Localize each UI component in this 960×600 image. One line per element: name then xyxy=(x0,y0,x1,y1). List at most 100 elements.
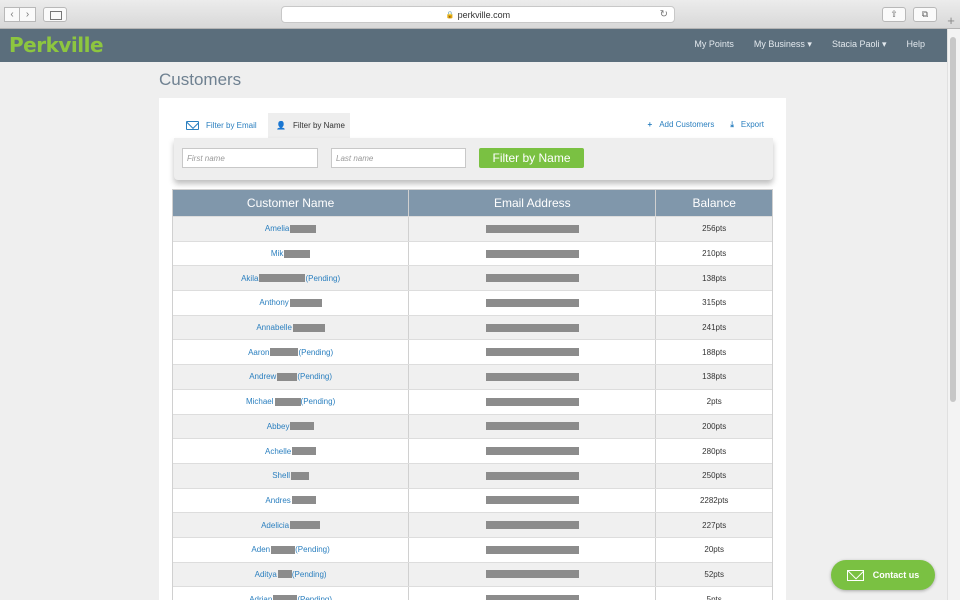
lock-icon: 🔒 xyxy=(445,11,455,19)
customer-first-name[interactable]: Michael xyxy=(246,397,274,406)
column-header-balance[interactable]: Balance xyxy=(656,190,772,216)
customer-name-cell[interactable]: Mik xyxy=(173,241,410,266)
customer-name-cell[interactable]: Amelia xyxy=(173,217,410,241)
download-icon: ⤓ xyxy=(730,120,734,129)
balance-cell: 315pts xyxy=(702,298,727,308)
table-row: Achelle 280pts xyxy=(173,438,772,463)
redacted-last-name xyxy=(289,298,322,307)
redacted-email xyxy=(485,249,579,258)
customer-first-name[interactable]: Mik xyxy=(271,249,283,258)
pending-status: (Pending) xyxy=(300,397,336,407)
customer-first-name[interactable]: Andres xyxy=(265,496,290,505)
customer-name-cell[interactable]: Achelle xyxy=(173,439,410,463)
customer-first-name[interactable]: Abbey xyxy=(267,422,290,431)
redacted-last-name xyxy=(271,545,296,554)
export-button[interactable]: ⤓ Export xyxy=(730,120,764,130)
column-header-email[interactable]: Email Address xyxy=(409,190,657,216)
balance-cell: 256pts xyxy=(702,224,727,234)
customer-first-name[interactable]: Achelle xyxy=(265,447,291,456)
envelope-icon xyxy=(846,569,864,581)
app-header: Perkville My Points My Business ▾ Stacia… xyxy=(0,29,947,62)
balance-cell: 200pts xyxy=(702,421,727,431)
customer-name-cell[interactable]: Adrian (Pending) xyxy=(173,587,410,600)
redacted-email xyxy=(485,348,579,357)
customer-name-cell[interactable]: Annabelle xyxy=(173,315,410,340)
forward-icon[interactable]: › xyxy=(20,7,36,22)
reload-icon[interactable]: ↻ xyxy=(660,9,668,20)
table-row: Abbey 200pts xyxy=(173,413,772,439)
redacted-email xyxy=(485,471,579,480)
redacted-last-name xyxy=(292,447,317,456)
customer-name-cell[interactable]: Shell xyxy=(173,463,410,488)
table-header: Customer Name Email Address Balance xyxy=(173,190,772,216)
scrollbar-thumb[interactable] xyxy=(950,37,956,402)
redacted-last-name xyxy=(270,348,299,357)
table-row: Aaron (Pending) 188pts xyxy=(173,339,772,365)
tab-name-label: Filter by Name xyxy=(292,121,345,130)
url-text: perkville.com xyxy=(457,9,511,20)
customer-name-cell[interactable]: Andrew (Pending) xyxy=(173,365,410,389)
column-header-name[interactable]: Customer Name xyxy=(173,190,410,216)
customer-first-name[interactable]: Anthony xyxy=(259,298,288,307)
balance-cell: 280pts xyxy=(702,446,727,456)
customer-first-name[interactable]: Andrew xyxy=(249,372,276,381)
redacted-email xyxy=(485,545,579,554)
table-row: Adrian (Pending) 5pts xyxy=(173,586,772,600)
address-bar[interactable]: 🔒 perkville.com ↻ xyxy=(281,6,675,23)
nav-user-menu[interactable]: Stacia Paoli ▾ xyxy=(832,39,887,50)
customer-first-name[interactable]: Annabelle xyxy=(256,323,292,332)
filter-by-name-button[interactable]: Filter by Name xyxy=(479,148,584,168)
redacted-last-name xyxy=(290,521,321,530)
customer-name-cell[interactable]: Akila (Pending) xyxy=(173,266,410,291)
add-customers-label: Add Customers xyxy=(659,120,715,129)
contact-us-button[interactable]: Contact us xyxy=(831,560,935,590)
customer-first-name[interactable]: Aaron xyxy=(248,348,269,357)
redacted-email xyxy=(485,298,579,307)
person-icon: 👤 xyxy=(276,121,286,130)
sidebar-toggle-icon[interactable] xyxy=(43,7,67,22)
pending-status: (Pending) xyxy=(305,273,341,283)
customer-first-name[interactable]: Aditya xyxy=(255,570,277,579)
share-icon[interactable]: ⇧ xyxy=(882,7,906,22)
nav-my-points[interactable]: My Points xyxy=(694,39,734,50)
customer-first-name[interactable]: Akila xyxy=(241,274,258,283)
customer-first-name[interactable]: Shell xyxy=(272,471,290,480)
customer-name-cell[interactable]: Abbey xyxy=(173,414,410,439)
redacted-email xyxy=(485,372,579,381)
back-icon[interactable]: ‹ xyxy=(4,7,20,22)
balance-cell: 138pts xyxy=(702,372,727,382)
customer-name-cell[interactable]: Anthony xyxy=(173,291,410,315)
customer-name-cell[interactable]: Adelicia xyxy=(173,513,410,537)
table-row: Amelia 256pts xyxy=(173,216,772,241)
pending-status: (Pending) xyxy=(291,569,327,579)
email-cell xyxy=(409,562,657,587)
customer-first-name[interactable]: Adelicia xyxy=(261,521,289,530)
email-cell xyxy=(409,291,657,315)
customer-name-cell[interactable]: Andres xyxy=(173,488,410,513)
customer-first-name[interactable]: Adrian xyxy=(249,595,272,600)
last-name-input[interactable] xyxy=(331,148,466,168)
nav-my-business[interactable]: My Business ▾ xyxy=(754,39,812,50)
table-row: Andrew (Pending) 138pts xyxy=(173,364,772,389)
customer-first-name[interactable]: Aden xyxy=(251,545,270,554)
customer-first-name[interactable]: Amelia xyxy=(265,224,289,233)
redacted-email xyxy=(485,570,579,579)
email-cell xyxy=(409,414,657,439)
tabs-overview-icon[interactable]: ⧉ xyxy=(913,7,937,22)
customer-name-cell[interactable]: Michael (Pending) xyxy=(173,389,410,414)
customer-name-cell[interactable]: Aden (Pending) xyxy=(173,537,410,562)
customer-name-cell[interactable]: Aaron (Pending) xyxy=(173,340,410,365)
nav-help[interactable]: Help xyxy=(906,39,925,50)
tab-filter-by-name[interactable]: 👤 Filter by Name xyxy=(268,113,350,138)
redacted-last-name xyxy=(290,224,317,233)
balance-cell: 2282pts xyxy=(699,495,729,505)
perkville-logo[interactable]: Perkville xyxy=(9,33,104,57)
redacted-email xyxy=(485,323,579,332)
filter-panel: Filter by Name xyxy=(174,138,773,180)
new-tab-icon[interactable]: + xyxy=(942,12,960,29)
tab-filter-by-email[interactable]: Filter by Email xyxy=(186,113,257,138)
add-customers-button[interactable]: + Add Customers xyxy=(648,120,715,130)
first-name-input[interactable] xyxy=(182,148,318,168)
customer-name-cell[interactable]: Aditya (Pending) xyxy=(173,562,410,587)
table-row: Aden (Pending) 20pts xyxy=(173,536,772,562)
